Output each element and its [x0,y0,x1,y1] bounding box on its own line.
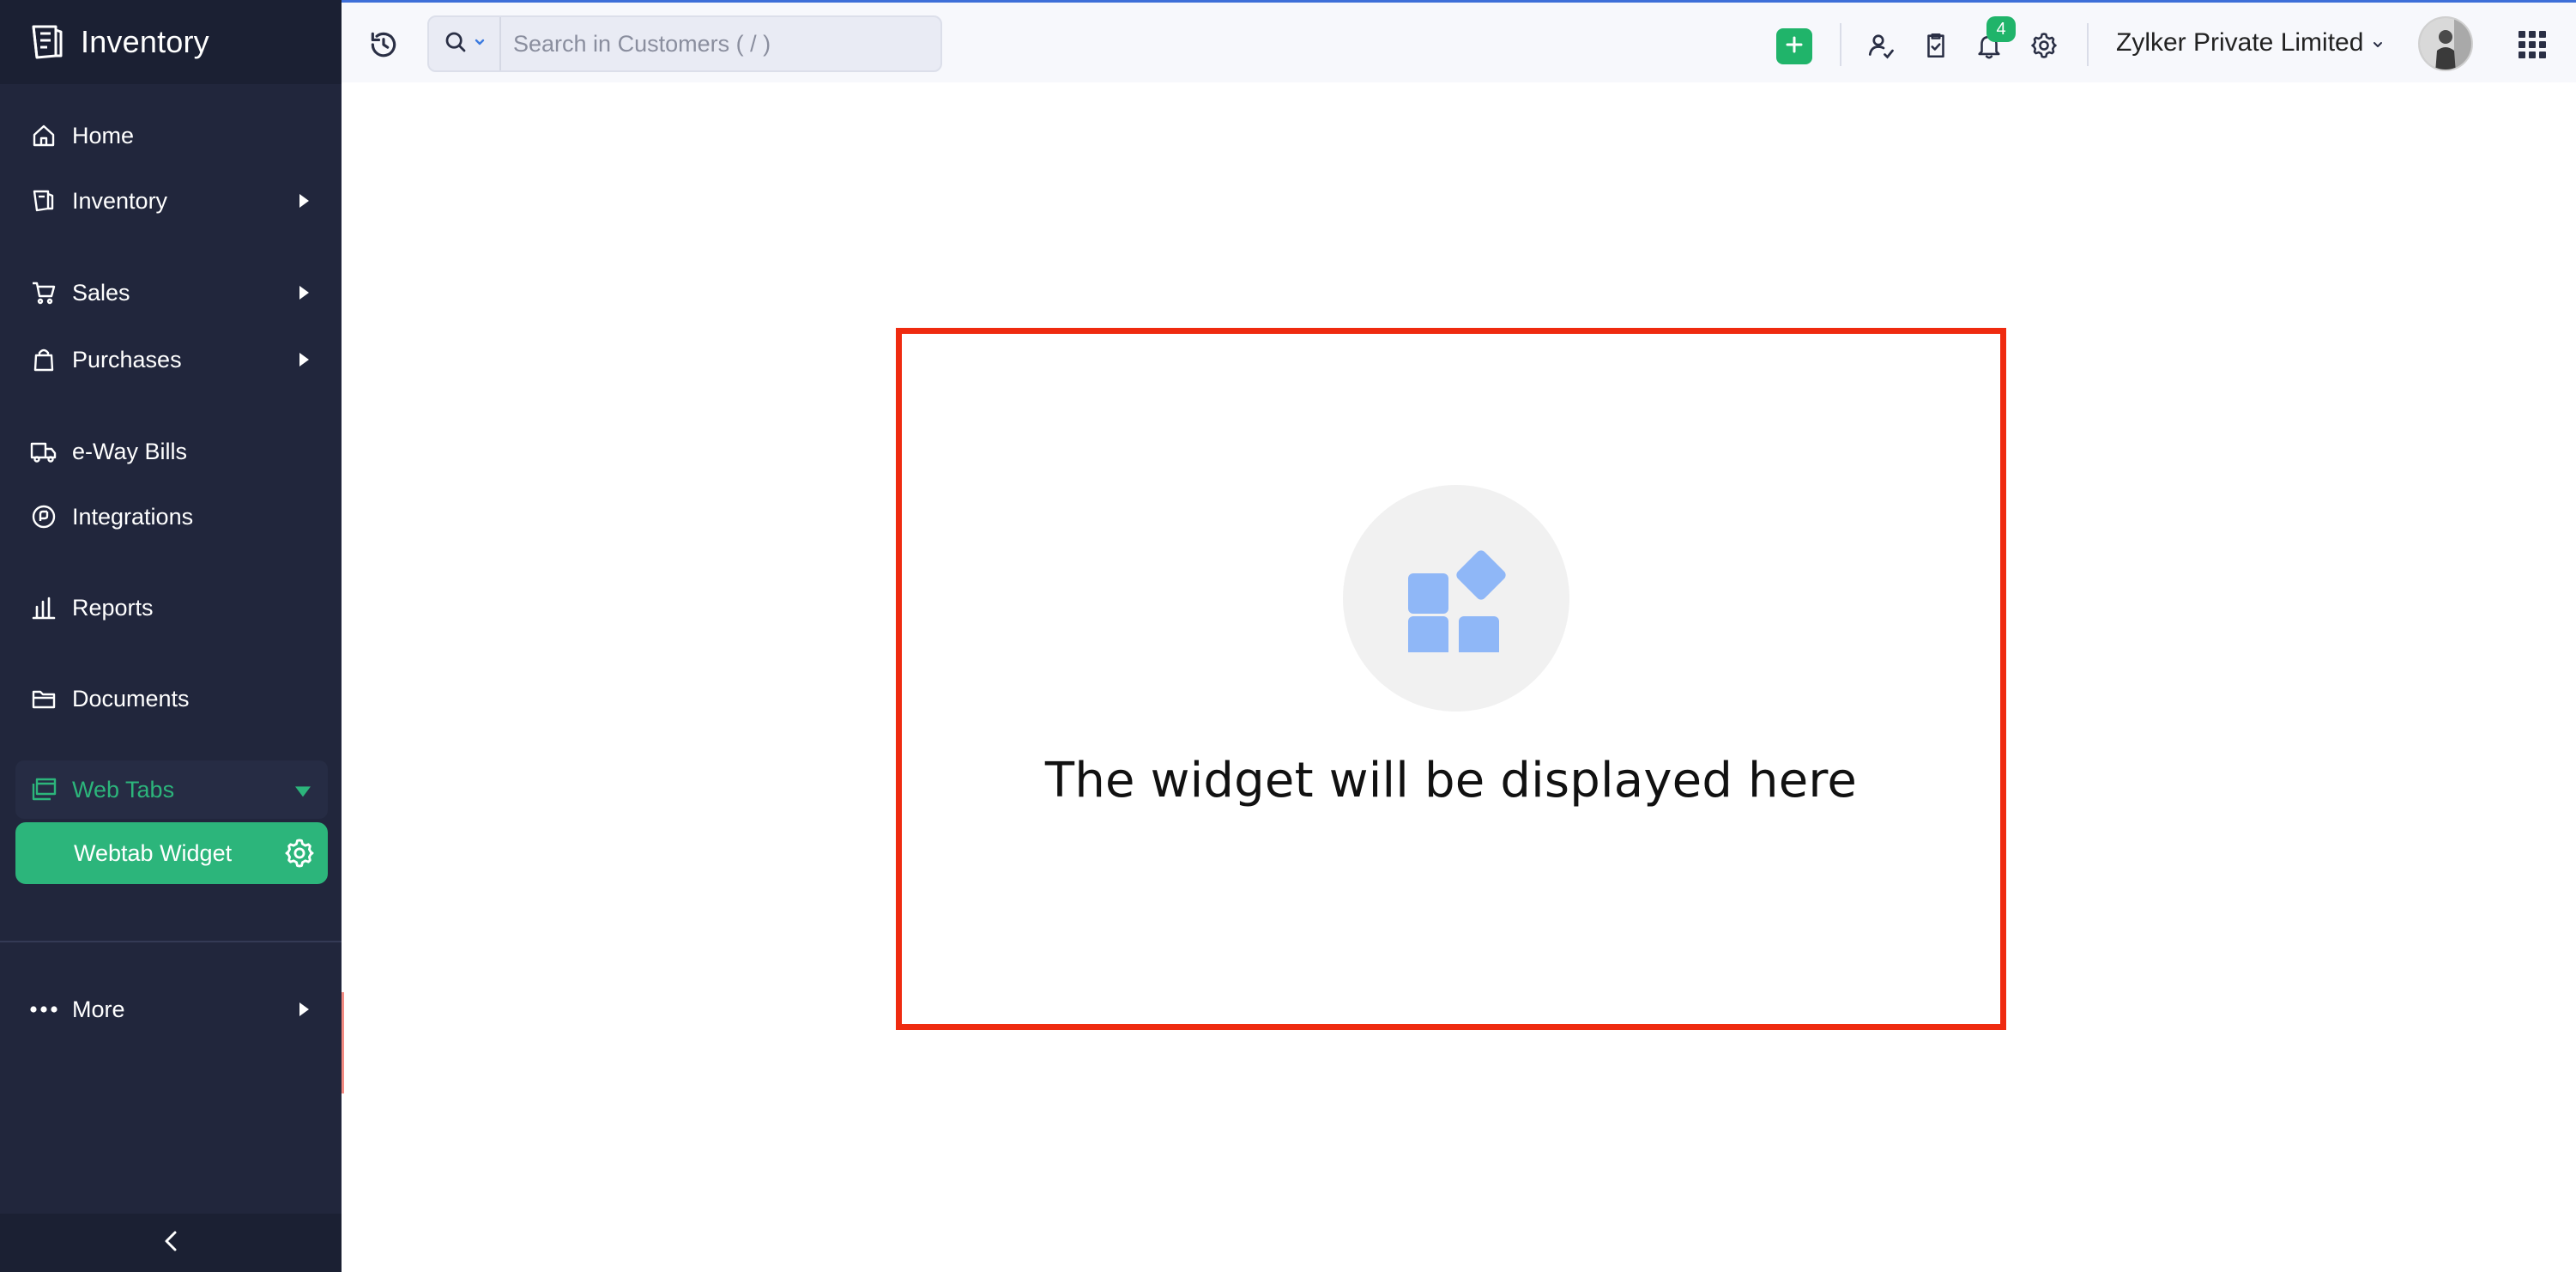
chevron-right-icon [299,1002,309,1016]
sidebar-item-label: Web Tabs [72,776,175,803]
sidebar-item-label: e-Way Bills [72,438,188,464]
sidebar-divider [0,941,342,942]
sidebar-item-eway-bills[interactable]: e-Way Bills [15,423,328,480]
bag-icon [29,345,58,374]
sidebar-item-label: Home [72,122,135,148]
widget-placeholder-illustration [1343,485,1569,712]
history-icon[interactable] [367,28,400,61]
plus-icon [1784,34,1805,59]
sidebar: Inventory Home Inventory Sales Purchases… [0,0,342,1272]
home-icon [29,121,58,150]
sidebar-item-purchases[interactable]: Purchases [15,331,328,388]
chevron-down-icon [2372,28,2384,58]
search-icon [443,29,469,59]
top-bar: 4 Zylker Private Limited [342,0,2576,82]
chevron-down-icon [474,36,486,52]
chevron-down-icon [295,786,311,797]
notification-count-badge: 4 [1986,16,2016,42]
apps-grid-icon[interactable] [2518,30,2547,59]
sidebar-item-documents[interactable]: Documents [15,670,328,727]
sidebar-item-label: Purchases [72,346,182,373]
widget-placeholder-frame: The widget will be displayed here [896,328,2006,1030]
sidebar-item-label: Documents [72,685,190,712]
sidebar-item-home[interactable]: Home [15,107,328,164]
brand-header[interactable]: Inventory [0,0,342,84]
search-input[interactable] [501,30,930,58]
settings-gear-icon[interactable] [2027,28,2061,63]
search-scope-button[interactable] [429,17,501,70]
sidebar-item-web-tabs[interactable]: Web Tabs [15,760,328,819]
collapse-sidebar-button[interactable] [0,1214,342,1272]
sidebar-resize-edge [342,992,344,1093]
truck-icon [29,437,58,466]
sidebar-item-label: Reports [72,594,154,621]
widgets-icon [1400,541,1512,657]
sidebar-item-integrations[interactable]: Integrations [15,488,328,545]
gear-icon[interactable] [283,837,316,869]
sidebar-item-label: Integrations [72,503,194,530]
brand-name: Inventory [81,24,209,59]
more-dots-icon [29,995,58,1024]
chevron-right-icon [299,353,309,366]
sidebar-subitem-webtab-widget[interactable]: Webtab Widget [15,822,328,884]
topbar-divider [2087,23,2089,66]
sidebar-item-label: Inventory [72,187,168,214]
integrations-icon [29,502,58,531]
reports-icon [29,593,58,622]
topbar-divider [1840,23,1841,66]
quick-create-button[interactable] [1776,28,1812,64]
inventory-logo-icon [26,21,69,64]
search-bar [427,15,942,72]
sidebar-item-reports[interactable]: Reports [15,579,328,636]
organization-name: Zylker Private Limited [2116,28,2364,57]
organization-switcher[interactable]: Zylker Private Limited [2116,28,2384,58]
sidebar-item-label: More [72,996,125,1022]
contacts-icon[interactable] [1864,28,1898,63]
chevron-right-icon [299,286,309,300]
folder-icon [29,684,58,713]
user-avatar[interactable] [2418,16,2473,71]
widget-placeholder-message: The widget will be displayed here [1044,753,1858,809]
chevron-left-icon [162,1228,179,1258]
inventory-icon [29,186,58,215]
sidebar-item-inventory[interactable]: Inventory [15,173,328,229]
sidebar-item-sales[interactable]: Sales [15,264,328,321]
sidebar-item-label: Sales [72,279,130,306]
web-tabs-icon [29,775,58,804]
tasks-icon[interactable] [1919,28,1953,63]
cart-icon [29,278,58,307]
sidebar-item-more[interactable]: More [15,981,328,1038]
chevron-right-icon [299,194,309,208]
sidebar-subitem-label: Webtab Widget [74,839,233,866]
